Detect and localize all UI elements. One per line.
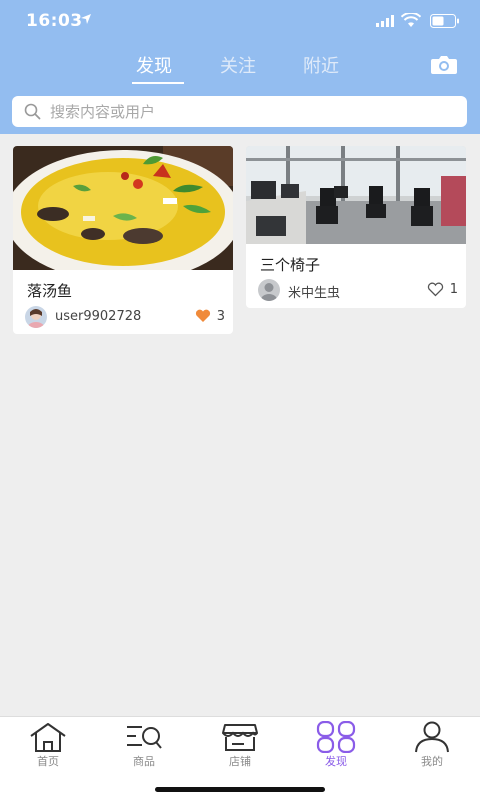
- tab-following[interactable]: 关注: [220, 52, 256, 78]
- feed-card[interactable]: 三个椅子 米中生虫 1: [246, 146, 466, 308]
- store-icon: [222, 724, 258, 751]
- username[interactable]: user9902728: [55, 309, 141, 324]
- post-image-fish-soup[interactable]: [13, 146, 233, 270]
- heart-filled-icon[interactable]: [195, 309, 211, 323]
- post-meta: user9902728 3: [25, 306, 225, 328]
- search-bar[interactable]: [12, 96, 467, 127]
- username[interactable]: 米中生虫: [288, 282, 340, 301]
- nav-label: 商品: [133, 755, 155, 768]
- post-image-office-chairs[interactable]: [246, 146, 466, 244]
- location-arrow-icon: [81, 14, 91, 24]
- avatar[interactable]: [25, 306, 47, 328]
- tab-discover[interactable]: 发现: [136, 52, 172, 78]
- heart-outline-icon[interactable]: [427, 282, 444, 297]
- active-tab-indicator: [132, 82, 184, 84]
- search-input[interactable]: [50, 100, 450, 123]
- post-title: 三个椅子: [260, 256, 321, 274]
- post-meta: 米中生虫 1: [258, 279, 458, 301]
- nav-store[interactable]: 店铺: [200, 717, 280, 777]
- like-count: 3: [216, 309, 225, 324]
- nav-label: 发现: [325, 755, 347, 768]
- discover-icon: [316, 721, 356, 753]
- profile-icon: [415, 721, 449, 753]
- home-indicator[interactable]: [155, 787, 325, 792]
- status-bar: 16:03: [0, 0, 480, 44]
- wifi-icon: [401, 13, 421, 27]
- search-icon: [24, 103, 41, 120]
- nav-label: 我的: [421, 755, 443, 768]
- nav-products[interactable]: 商品: [104, 717, 184, 777]
- nav-profile[interactable]: 我的: [392, 717, 472, 777]
- like-counter[interactable]: 1: [418, 281, 458, 299]
- nav-label: 首页: [37, 755, 59, 768]
- feed-tabs: 发现 关注 附近: [0, 52, 480, 88]
- camera-icon[interactable]: [430, 54, 458, 76]
- nav-discover[interactable]: 发现: [296, 717, 376, 777]
- battery-icon: [430, 14, 459, 28]
- like-counter[interactable]: 3: [185, 308, 225, 326]
- top-header: 16:03 发现 关注 附近: [0, 0, 480, 134]
- post-title: 落汤鱼: [27, 282, 73, 300]
- nav-label: 店铺: [229, 755, 251, 768]
- feed-card[interactable]: 落汤鱼 user9902728 3: [13, 146, 233, 334]
- cellular-signal-icon: [376, 15, 394, 27]
- avatar[interactable]: [258, 279, 280, 301]
- status-time: 16:03: [26, 11, 83, 31]
- like-count: 1: [449, 282, 458, 297]
- products-icon: [127, 726, 162, 749]
- nav-home[interactable]: 首页: [8, 717, 88, 777]
- home-icon: [30, 723, 66, 752]
- tab-nearby[interactable]: 附近: [303, 52, 339, 78]
